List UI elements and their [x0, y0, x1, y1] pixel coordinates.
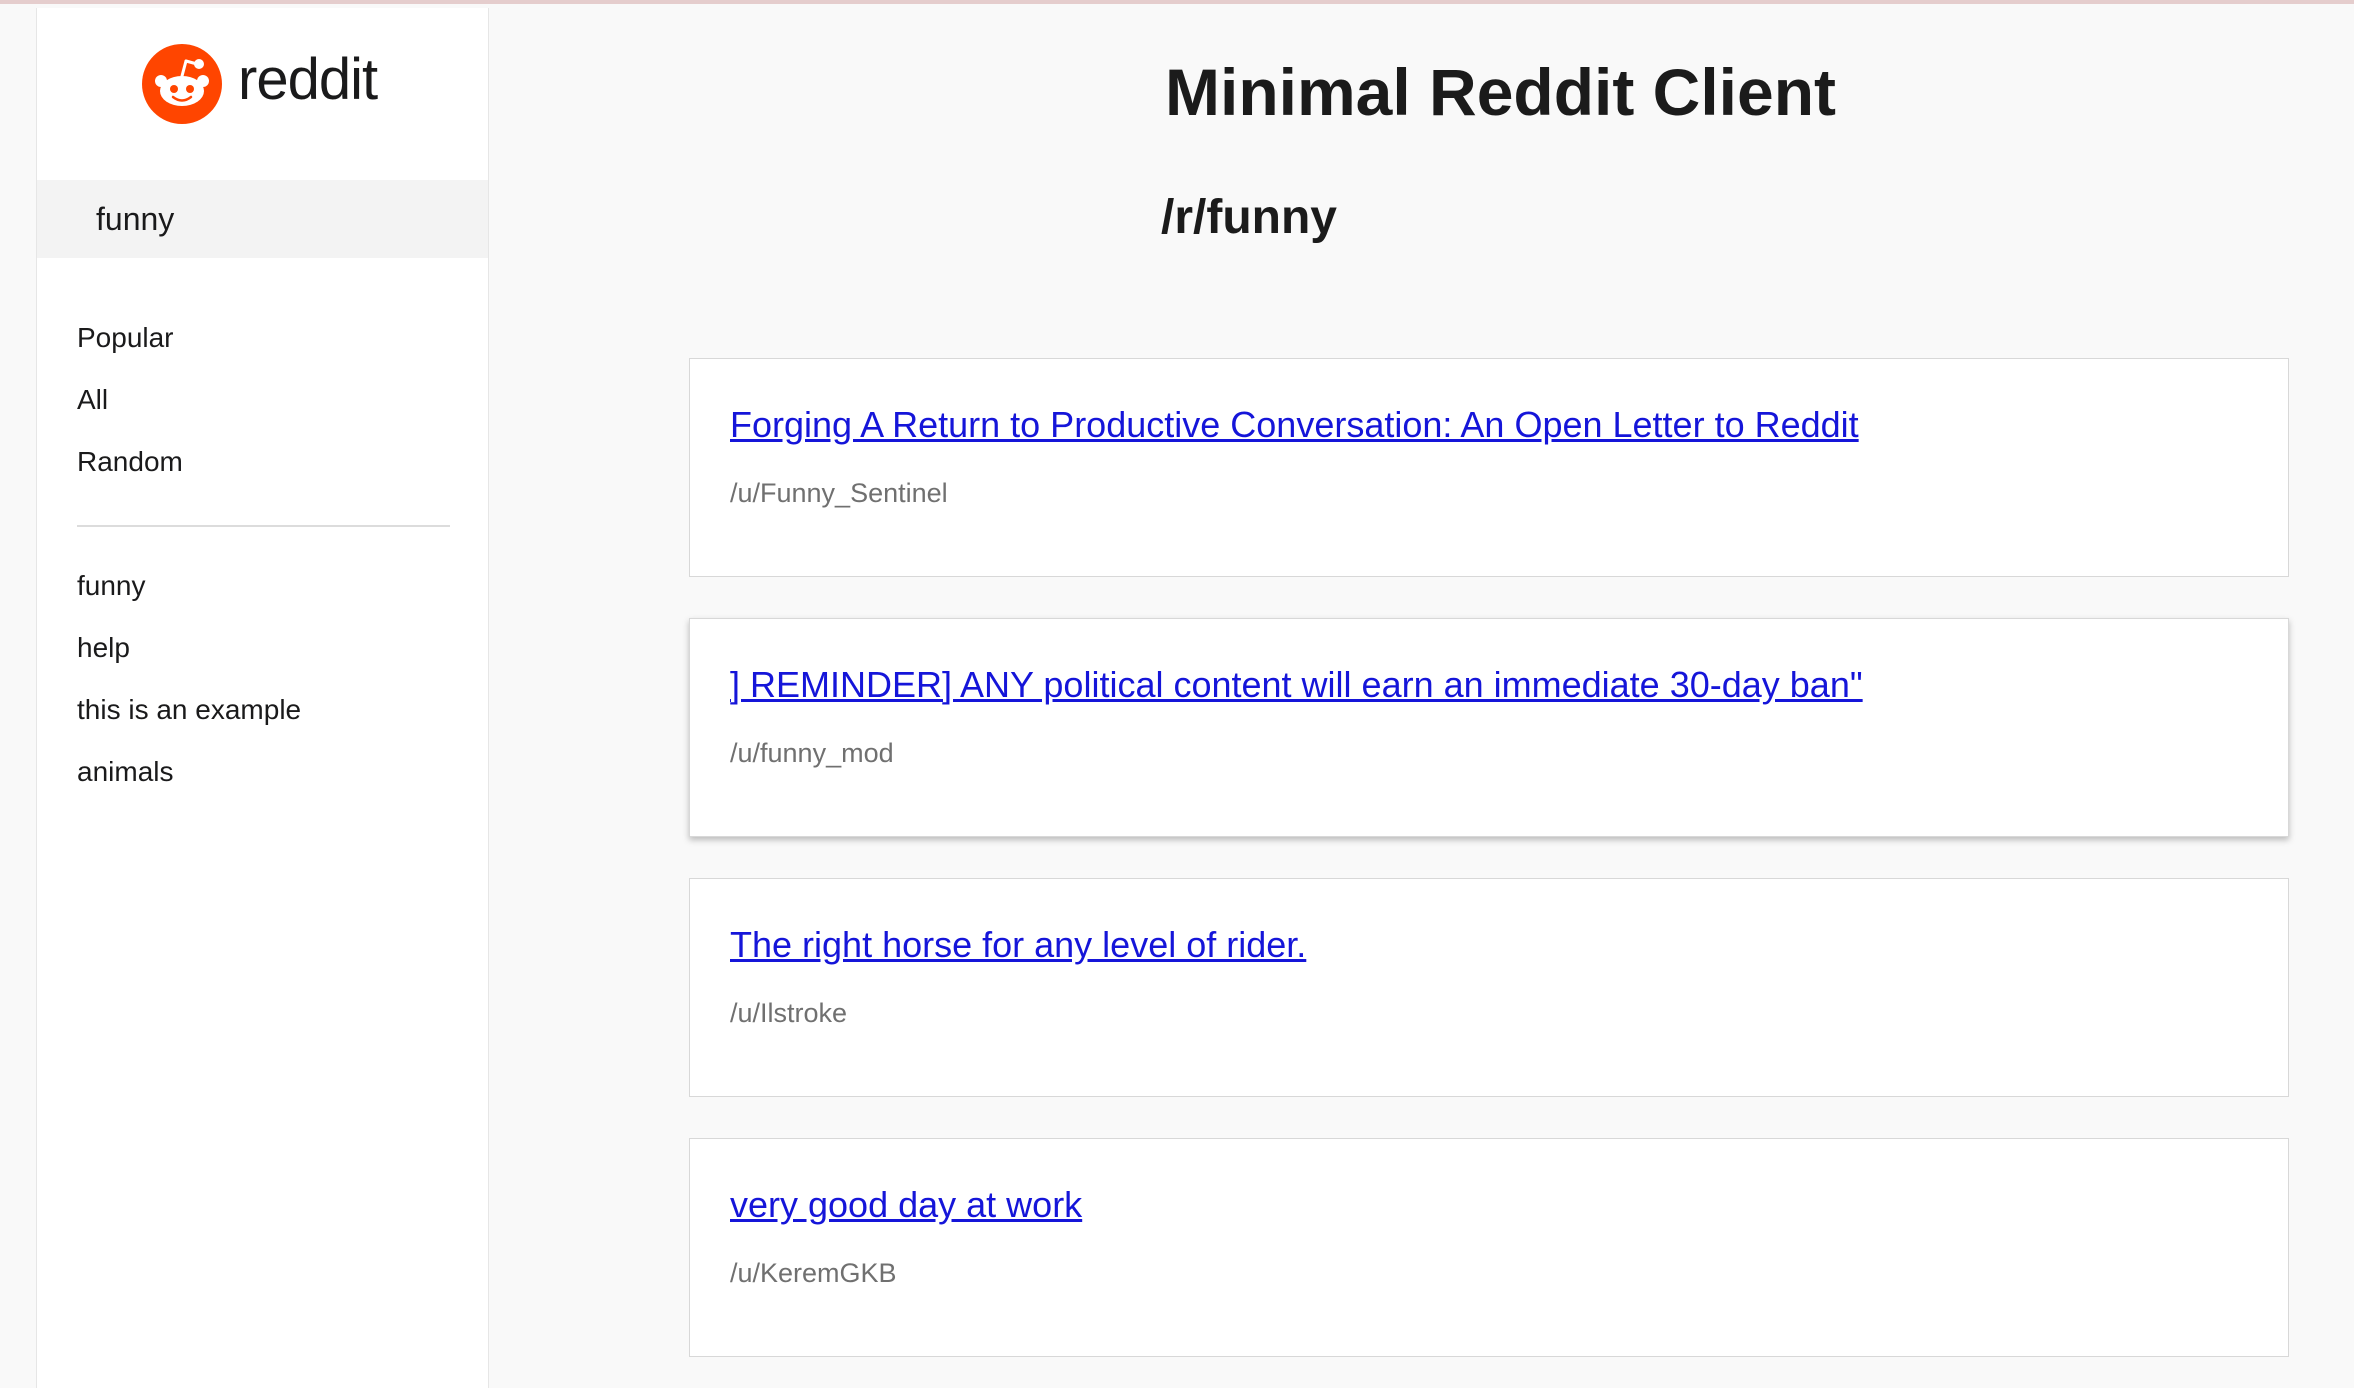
brand-name: reddit [238, 47, 378, 112]
nav-item-popular[interactable]: Popular [77, 318, 183, 380]
subreddit-item-animals[interactable]: animals [77, 752, 301, 814]
reddit-alien-icon [142, 44, 222, 124]
nav-item-all[interactable]: All [77, 380, 183, 442]
app: reddit funny Popular All Random funny he… [0, 4, 2354, 1388]
post-title-link[interactable]: ] REMINDER] ANY political content will e… [730, 663, 1863, 706]
post-card: Forging A Return to Productive Conversat… [689, 358, 2289, 577]
post-author: /u/Ilstroke [730, 998, 848, 1028]
subreddit-item-funny[interactable]: funny [77, 566, 301, 628]
post-card: ] REMINDER] ANY political content will e… [689, 618, 2289, 837]
subreddit-item-example[interactable]: this is an example [77, 690, 301, 752]
current-subreddit-value: funny [96, 201, 175, 237]
nav-item-random[interactable]: Random [77, 442, 183, 504]
current-subreddit-field[interactable]: funny [37, 180, 488, 258]
sidebar: reddit funny Popular All Random funny he… [36, 8, 489, 1388]
post-card: The right horse for any level of rider. … [689, 878, 2289, 1097]
feed-nav: Popular All Random [77, 318, 183, 504]
post-title-link[interactable]: very good day at work [730, 1183, 1082, 1226]
post-card: very good day at work /u/KeremGKB [689, 1138, 2289, 1357]
sidebar-divider [77, 525, 450, 527]
post-author: /u/Funny_Sentinel [730, 478, 948, 508]
page-title: Minimal Reddit Client [1165, 55, 1837, 129]
main-content: Minimal Reddit Client /r/funny Forging A… [489, 4, 2354, 1388]
post-author: /u/funny_mod [730, 738, 894, 768]
subreddit-list: funny help this is an example animals [77, 566, 301, 814]
subreddit-item-help[interactable]: help [77, 628, 301, 690]
post-title-link[interactable]: The right horse for any level of rider. [730, 923, 1306, 966]
subreddit-heading: /r/funny [1161, 191, 1337, 244]
post-author: /u/KeremGKB [730, 1258, 897, 1288]
reddit-logo[interactable]: reddit [142, 44, 378, 124]
post-title-link[interactable]: Forging A Return to Productive Conversat… [730, 403, 1859, 446]
